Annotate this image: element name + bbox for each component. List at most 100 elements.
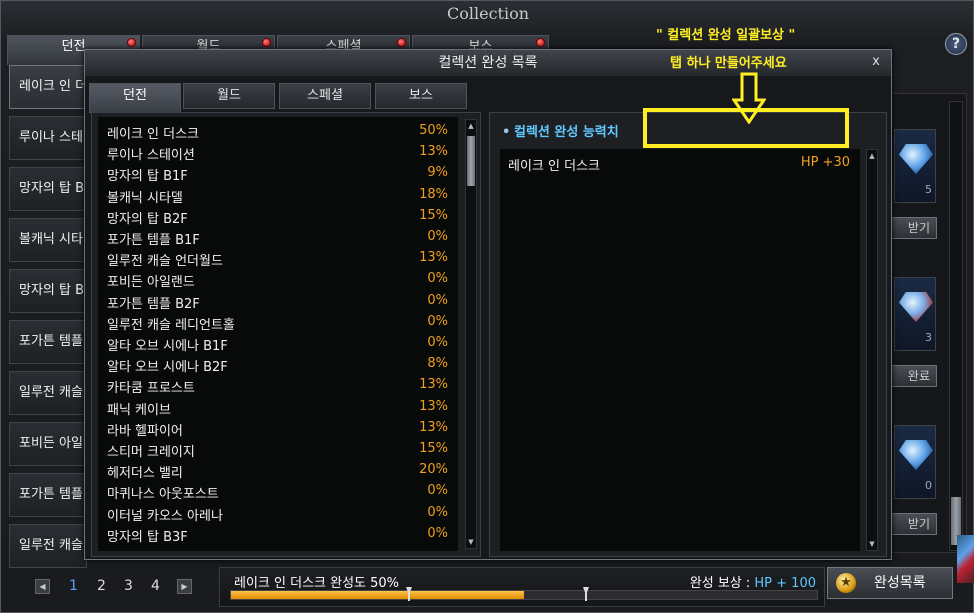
reward-scrollbar[interactable] [949,101,963,551]
collection-percent: 13% [419,250,448,266]
collection-name: 포가튼 템플 B1F [107,233,200,248]
stats-list: 레이크 인 더스크 HP +30 [500,149,860,551]
reward-card: 3 [894,277,936,351]
scroll-down-icon[interactable]: ▼ [867,539,877,549]
collection-row[interactable]: 알타 오브 시에나 B1F 0% [98,333,458,354]
stats-scrollbar[interactable]: ▲ ▼ [866,149,878,551]
collection-percent: 0% [427,271,448,287]
collection-row[interactable]: 이터널 카오스 아레나 0% [98,503,458,524]
next-page-icon[interactable]: ▶ [177,579,192,594]
collection-row[interactable]: 일루전 캐슬 언더월드 13% [98,248,458,269]
reward-card-count: 0 [925,479,932,492]
collection-percent: 13% [419,377,448,393]
close-icon[interactable]: x [869,53,883,71]
gem-icon [899,144,933,174]
dungeon-list-item[interactable]: 볼캐닉 시타델 [9,218,87,262]
progress-marker-icon [583,587,589,603]
dungeon-list-item[interactable]: 포가튼 템플 B1F [9,320,87,364]
collection-row[interactable]: 망자의 탑 B3F 0% [98,524,458,545]
collection-percent: 0% [427,483,448,499]
collection-percent: 0% [427,335,448,350]
dungeon-list-item[interactable]: 일루전 캐슬 언더월드 [9,371,87,415]
collection-percent: 15% [419,441,448,456]
collection-row[interactable]: 카타쿰 프로스트 13% [98,375,458,396]
popup-tab-special[interactable]: 스페셜 [279,83,371,109]
collection-row[interactable]: 루이나 스테이션 13% [98,142,458,163]
annotation-highlight-box [643,108,849,148]
collection-name: 스티머 크레이지 [107,445,195,460]
collection-name: 망자의 탑 B2F [107,211,188,227]
reward-prefix: 완성 보상 : [689,576,755,591]
collection-row[interactable]: 라바 헬파이어 13% [98,418,458,439]
collection-name: 레이크 인 더스크 [107,127,199,142]
collection-row[interactable]: 볼캐닉 시타델 18% [98,185,458,206]
collection-name: 포비든 아일랜드 [107,275,195,291]
scroll-thumb[interactable] [467,136,475,186]
reward-value: HP + 100 [754,576,816,591]
collection-row[interactable]: 포가튼 템플 B2F 0% [98,291,458,312]
page-number[interactable]: 1 [69,578,78,594]
collection-name: 볼캐닉 시타델 [107,190,183,206]
dungeon-list: 레이크 인 더스크 루이나 스테이션 망자의 탑 B1F 볼캐닉 시타델 망자의… [9,65,87,571]
collection-name: 헤저더스 밸리 [107,466,183,482]
prev-page-icon[interactable]: ◀ [35,579,50,594]
dungeon-list-item[interactable]: 망자의 탑 B2F [9,269,87,313]
collection-row[interactable]: 레이크 인 더스크 50% [98,121,458,142]
dungeon-list-item[interactable]: 루이나 스테이션 [9,116,87,160]
collection-percent: 13% [419,398,448,414]
collection-row[interactable]: 마퀴나스 아웃포스트 0% [98,481,458,502]
collection-percent: 0% [427,504,448,520]
dungeon-list-item[interactable]: 망자의 탑 B1F [9,167,87,211]
page-number[interactable]: 2 [97,578,106,594]
completion-label: 레이크 인 더스크 완성도 50% [234,576,400,591]
complete-list-button[interactable]: ★ 완성목록 [827,567,953,599]
popup-tab-boss[interactable]: 보스 [375,83,467,109]
collection-name: 일루전 캐슬 레디언트홀 [107,317,235,333]
collection-percent: 0% [427,525,448,541]
page-number[interactable]: 4 [151,578,160,594]
dungeon-list-item[interactable]: 포비든 아일랜드 [9,422,87,466]
collection-percent: 8% [427,356,448,372]
notification-dot-icon [127,38,136,47]
collection-name: 라바 헬파이어 [107,423,183,439]
collection-row[interactable]: 망자의 탑 B1F 9% [98,163,458,184]
collection-percent: 13% [419,144,448,160]
collection-name: 카타쿰 프로스트 [107,381,195,397]
dungeon-list-item[interactable]: 포가튼 템플 B2F [9,473,87,517]
popup-tab-dungeon[interactable]: 던전 [89,83,181,113]
popup-tab-world[interactable]: 월드 [183,83,275,109]
scroll-up-icon[interactable]: ▲ [466,121,476,131]
collection-name: 이터널 카오스 아레나 [107,508,223,524]
progress-track [230,587,818,603]
help-button[interactable]: ? [945,33,967,55]
collection-percent: 0% [427,292,448,308]
annotation-text: 탭 하나 만들어주세요 [670,56,787,71]
collection-row[interactable]: 포가튼 템플 B1F 0% [98,227,458,248]
collection-row[interactable]: 스티머 크레이지 15% [98,439,458,460]
collection-row[interactable]: 망자의 탑 B2F 15% [98,206,458,227]
collection-list-scrollbar[interactable]: ▲ ▼ [465,119,477,549]
collection-row[interactable]: 알타 오브 시에나 B2F 8% [98,354,458,375]
page-number[interactable]: 3 [124,578,133,594]
notification-dot-icon [262,38,271,47]
collection-row[interactable]: 헤저더스 밸리 20% [98,460,458,481]
reward-card: 5 [894,129,936,203]
collection-row[interactable]: 포비든 아일랜드 0% [98,269,458,290]
stat-value: HP +30 [800,155,850,170]
gem-icon [899,440,933,470]
scroll-up-icon[interactable]: ▲ [867,151,877,161]
dungeon-list-item[interactable]: 레이크 인 더스크 [9,65,87,109]
collection-percent: 0% [427,313,448,329]
collection-percent: 50% [419,123,448,138]
scroll-down-icon[interactable]: ▼ [466,537,476,547]
dungeon-list-item[interactable]: 일루전 캐슬 레디언트홀 [9,524,87,568]
collection-row[interactable]: 일루전 캐슬 레디언트홀 0% [98,312,458,333]
collection-name: 망자의 탑 B1F [107,169,188,185]
collection-row[interactable]: 패닉 케이브 13% [98,397,458,418]
collection-name: 패닉 케이브 [107,402,171,418]
completion-bar: 레이크 인 더스크 완성도 50% 완성 보상 : HP + 100 [219,567,825,607]
completion-stats-panel: 컬렉션 완성 능력치 레이크 인 더스크 HP +30 ▲ ▼ [489,112,887,557]
collection-name: 알타 오브 시에나 B1F [107,339,228,354]
collection-name: 루이나 스테이션 [107,148,195,164]
collection-percent: 18% [419,186,448,202]
